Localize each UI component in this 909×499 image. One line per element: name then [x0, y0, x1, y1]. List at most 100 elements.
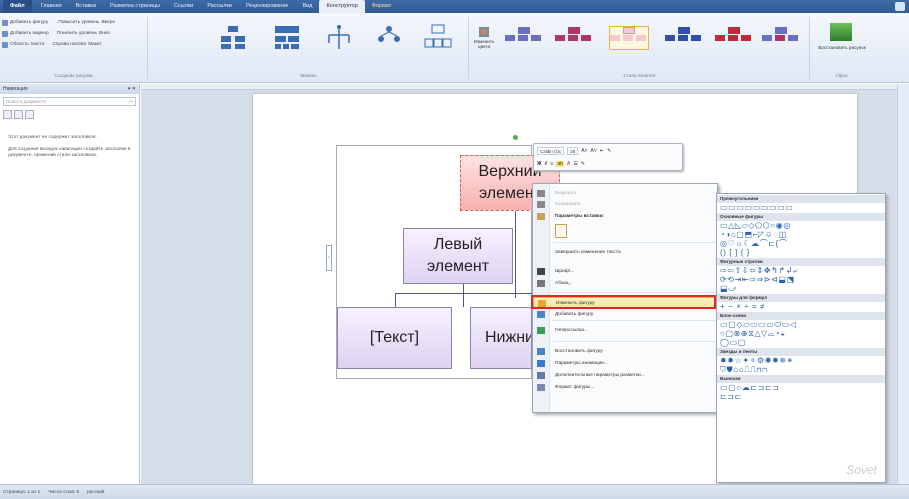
highlight-icon[interactable]: ab [556, 160, 564, 167]
style-swatch-2[interactable] [555, 27, 593, 49]
style-swatch-5[interactable] [715, 27, 753, 49]
vertical-scrollbar[interactable] [897, 84, 909, 484]
language[interactable]: русский [87, 490, 104, 495]
layout-hierarchy-4[interactable] [375, 23, 403, 51]
menu-icon [537, 360, 545, 367]
group-label: Стили SmartArt [623, 73, 656, 78]
menu-item-11[interactable]: Дополнительные параметры разметки... [533, 370, 719, 381]
formula-row[interactable]: + − × ÷ = ≠ [717, 302, 885, 311]
menu-item-0[interactable]: Вырезать [533, 188, 719, 199]
menu-item-7[interactable]: Добавить фигуру [533, 309, 719, 320]
change-colors-button[interactable]: Изменить цвета [472, 27, 496, 49]
menu-item-3[interactable]: Завершить изменение текста [533, 247, 719, 258]
word-count[interactable]: Число слов: 5 [48, 490, 79, 495]
layout-hierarchy-3[interactable] [325, 23, 353, 51]
page-count[interactable]: Страница: 1 из 1 [3, 490, 40, 495]
connector [395, 293, 396, 307]
left-element[interactable]: Левый элемент [403, 228, 513, 284]
tab-5[interactable]: Рассылки [200, 0, 239, 13]
callouts-row-2[interactable]: ⊏⊐⊏ [717, 392, 885, 401]
move-up-button[interactable]: Вверх [101, 20, 114, 25]
style-swatch-3[interactable] [609, 26, 649, 50]
basic-row-1[interactable]: ▭△◺▱◇⬠⬡○◉◎ [717, 221, 885, 230]
tab-3[interactable]: Разметка страницы [103, 0, 167, 13]
bottom-element[interactable]: Нижний [470, 307, 532, 369]
layout-button[interactable]: Макет [88, 42, 102, 47]
bold-icon[interactable]: Ж [537, 161, 542, 167]
help-icon[interactable] [895, 2, 905, 11]
add-shape-button[interactable]: Добавить фигуру [10, 20, 48, 25]
menu-item-2: Параметры вставки: [533, 211, 719, 222]
layout-hierarchy-2[interactable] [273, 23, 301, 51]
flow-row-3[interactable]: ◯▭▢ [717, 338, 885, 347]
arrows-row-1[interactable]: ⇨⇦⇧⇩⬄⇕✥↰↱↲⤶ [717, 266, 885, 275]
align-center-icon[interactable]: ≡ [550, 161, 553, 167]
pages-view-icon[interactable] [14, 110, 23, 119]
style-swatch-1[interactable] [505, 27, 543, 49]
tab-8[interactable]: Конструктор [319, 0, 365, 13]
tab-0[interactable]: Файл [3, 0, 32, 13]
menu-item-12[interactable]: Формат фигуры... [533, 382, 719, 393]
menu-item-8[interactable]: Гиперссылка... [533, 325, 719, 336]
italic-icon[interactable]: К [545, 161, 548, 167]
arrows-row-2[interactable]: ⟳⟲⇥⇤⇨⇒⊳⊲⬓⬔ [717, 275, 885, 284]
menu-label: Формат фигуры... [555, 385, 595, 390]
font-name-field[interactable]: Calibri (Ос [537, 146, 565, 155]
menu-item-1[interactable]: Копировать [533, 199, 719, 210]
tab-2[interactable]: Вставка [69, 0, 103, 13]
close-icon[interactable]: ▾ ✕ [128, 86, 136, 92]
styles-icon[interactable]: ✎ [581, 161, 585, 167]
grow-font-icon[interactable]: A˄ [581, 148, 587, 154]
basic-row-3[interactable]: ◎♡☼☾☁⌒⊏{⌒ [717, 239, 885, 248]
right-to-left-button[interactable]: Справа налево [52, 42, 86, 47]
menu-item-4[interactable]: Шрифт... [533, 266, 719, 277]
tab-7[interactable]: Вид [295, 0, 319, 13]
shrink-font-icon[interactable]: A˅ [591, 148, 597, 154]
menu-separator [553, 292, 717, 293]
results-view-icon[interactable] [25, 110, 34, 119]
style-swatch-4[interactable] [665, 27, 703, 49]
basic-row-2[interactable]: ◔◑⌂▢⬒⌐◸☺◌◫ [717, 230, 885, 239]
font-size-field[interactable]: 25 [567, 146, 579, 155]
tab-4[interactable]: Ссылки [167, 0, 200, 13]
tab-1[interactable]: Главная [34, 0, 69, 13]
callouts-row-1[interactable]: ▭▢○☁⊏⊐⊏⊐ [717, 383, 885, 392]
layouts-group: Макеты [149, 17, 469, 79]
rectangles-row[interactable]: ▭▭▭▭▭▭▭▭▭ [717, 203, 885, 212]
flow-row-1[interactable]: ▭▢◇▱▭▭▭⬭▭◁ [717, 320, 885, 329]
flow-row-2[interactable]: ○▢⊗⊕⧖△▽⌓◔◒ [717, 329, 885, 338]
style-swatch-6[interactable] [762, 27, 800, 49]
bullets-icon[interactable]: ☰ [573, 161, 577, 167]
text-element[interactable]: [Текст] [337, 307, 452, 369]
promote-button[interactable]: Повысить уровень [58, 20, 99, 25]
change-colors-label: Изменить цвета [473, 39, 495, 49]
menu-label: Дополнительные параметры разметки... [555, 373, 645, 378]
indent-icon[interactable]: ⇤ [600, 148, 604, 154]
search-input[interactable]: Поиск в документе ⌕▾ [3, 97, 136, 106]
reset-graphic-button[interactable]: Восстановить рисунок [814, 45, 870, 50]
layout-hierarchy-1[interactable] [219, 23, 247, 51]
arrows-row-3[interactable]: ⬓⤻ [717, 284, 885, 293]
tab-9[interactable]: Формат [365, 0, 399, 13]
menu-item-10[interactable]: Параметры анимации... [533, 358, 719, 369]
menu-item-9[interactable]: Восстановить фигуру [533, 346, 719, 357]
paste-option-icon[interactable] [555, 224, 567, 238]
menu-item-5[interactable]: Абзац... [533, 278, 719, 289]
stars-row-2[interactable]: ⛉⛊⌂⌂⎍⎍⊓⊓ [717, 365, 885, 374]
text-pane-toggle[interactable]: ‹ [326, 245, 332, 271]
search-icon[interactable]: ⌕▾ [128, 99, 133, 104]
layout-hierarchy-5[interactable] [424, 23, 452, 51]
demote-button[interactable]: Понизить уровень [57, 31, 97, 36]
section-formula: Фигуры для формул [717, 294, 885, 302]
palette-icon [479, 27, 489, 37]
add-bullet-button[interactable]: Добавить маркер [10, 31, 49, 36]
text-pane-button[interactable]: Область текста [10, 42, 44, 47]
rotate-handle[interactable] [513, 135, 518, 140]
headings-view-icon[interactable] [3, 110, 12, 119]
move-down-button[interactable]: Вниз [99, 31, 110, 36]
basic-row-4[interactable]: () [ ] { } [717, 248, 885, 257]
tab-6[interactable]: Рецензирование [239, 0, 295, 13]
font-color-icon[interactable]: A [567, 161, 570, 167]
format-painter-icon[interactable]: ✎ [607, 148, 611, 154]
stars-row-1[interactable]: ✸✹☆✦✧⚙✺✹✵✴ [717, 356, 885, 365]
